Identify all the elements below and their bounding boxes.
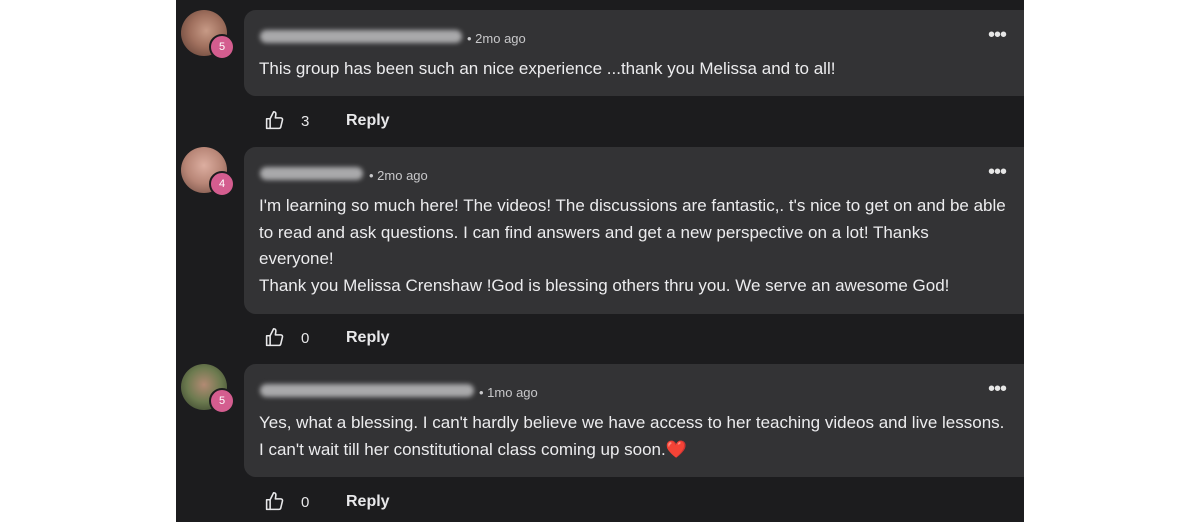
more-options-icon[interactable]: ••• — [988, 162, 1007, 182]
author-name[interactable] — [260, 167, 363, 180]
thumbs-up-icon[interactable] — [264, 110, 285, 131]
more-options-icon[interactable]: ••• — [988, 25, 1007, 45]
level-badge: 5 — [209, 388, 235, 414]
reply-button[interactable]: Reply — [346, 493, 390, 511]
comment-bubble: • 2mo ago ••• I'm learning so much here!… — [244, 147, 1024, 314]
author-name[interactable] — [260, 384, 474, 397]
like-count: 0 — [301, 330, 310, 347]
thumbs-up-icon[interactable] — [264, 327, 285, 348]
reply-button[interactable]: Reply — [346, 329, 390, 347]
comment-bubble: • 1mo ago ••• Yes, what a blessing. I ca… — [244, 364, 1024, 477]
level-badge: 5 — [209, 34, 235, 60]
author-name[interactable] — [260, 30, 462, 43]
reply-button[interactable]: Reply — [346, 112, 390, 130]
comment-time: • 2mo ago — [467, 31, 526, 46]
more-options-icon[interactable]: ••• — [988, 379, 1007, 399]
level-badge: 4 — [209, 171, 235, 197]
thumbs-up-icon[interactable] — [264, 491, 285, 512]
like-count: 3 — [301, 113, 310, 130]
comment-time: • 2mo ago — [369, 168, 428, 183]
comment-text: I'm learning so much here! The videos! T… — [259, 196, 1006, 295]
comment-text: Yes, what a blessing. I can't hardly bel… — [259, 413, 1005, 459]
comment-text: This group has been such an nice experie… — [259, 59, 836, 78]
comment-bubble: • 2mo ago ••• This group has been such a… — [244, 10, 1024, 96]
like-count: 0 — [301, 494, 310, 511]
comment-time: • 1mo ago — [479, 385, 538, 400]
comment-feed: 5 • 2mo ago ••• This group has been such… — [176, 0, 1024, 522]
